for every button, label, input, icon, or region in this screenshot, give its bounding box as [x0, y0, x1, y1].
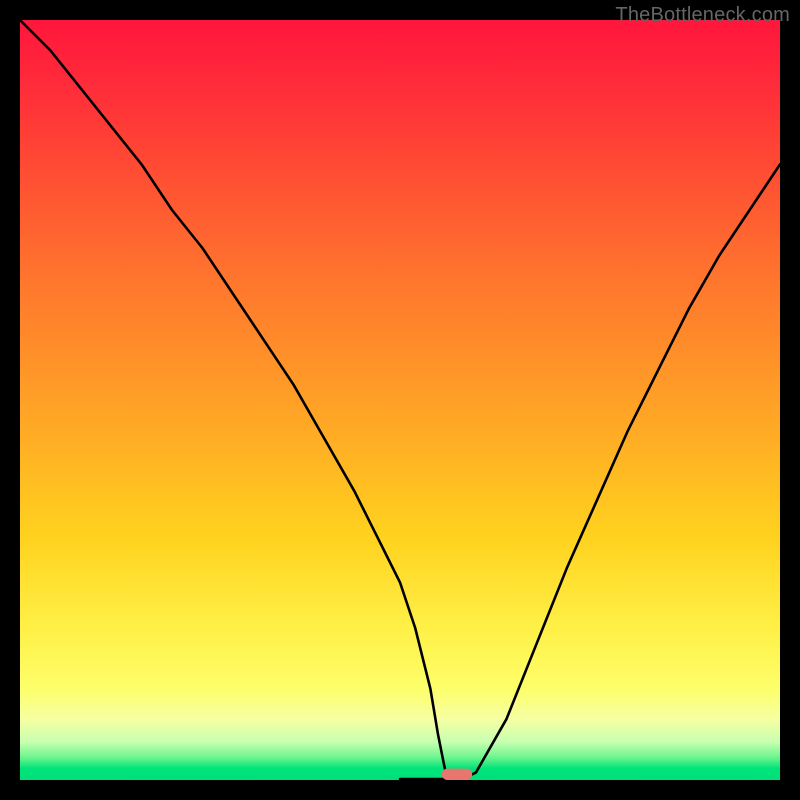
bottleneck-curve: [20, 20, 780, 780]
watermark-text: TheBottleneck.com: [615, 4, 790, 27]
optimal-marker: [442, 769, 472, 780]
plot-area: [20, 20, 780, 780]
curve-svg: [20, 20, 780, 780]
chart-frame: TheBottleneck.com: [0, 0, 800, 800]
